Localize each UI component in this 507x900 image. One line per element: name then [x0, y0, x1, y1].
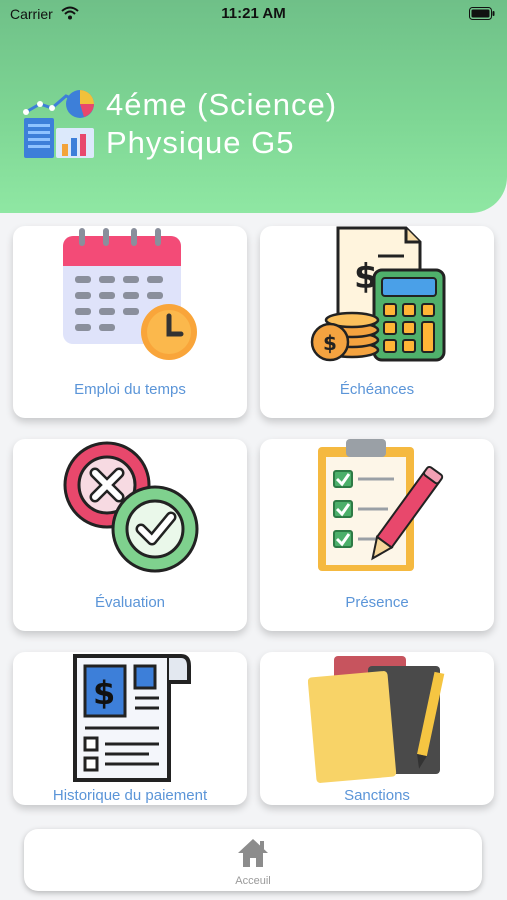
header-banner: 4éme (Science) Physique G5: [0, 0, 507, 213]
menu-card-sanctions[interactable]: Sanctions: [260, 652, 494, 805]
svg-text:$: $: [323, 331, 337, 355]
menu-label-historique: Historique du paiement: [52, 787, 208, 804]
class-title: 4éme (Science) Physique G5: [106, 86, 337, 162]
menu-card-presence[interactable]: Présence: [260, 439, 494, 631]
clipboard-checklist-icon: [318, 439, 444, 571]
menu-label-evaluation: Évaluation: [94, 594, 166, 611]
menu-card-echeances[interactable]: $ $ Échéances: [260, 226, 494, 418]
svg-text:$: $: [93, 674, 115, 712]
tab-home[interactable]: Acceuil: [24, 829, 482, 891]
invoice-calculator-icon: $ $: [310, 226, 446, 362]
analytics-icon: [23, 90, 94, 158]
home-icon: [238, 839, 268, 867]
notebooks-icon: [308, 656, 445, 783]
evaluation-icon: [63, 441, 199, 573]
menu-card-evaluation[interactable]: Évaluation: [13, 439, 247, 631]
menu-label-sanctions: Sanctions: [344, 787, 410, 804]
menu-label-presence: Présence: [345, 594, 409, 611]
battery-icon: [469, 7, 495, 20]
tab-home-label: Acceuil: [235, 875, 271, 887]
menu-label-echeances: Échéances: [339, 381, 415, 398]
menu-card-historique[interactable]: $ Historique du paiement: [13, 652, 247, 805]
menu-card-emploi-du-temps[interactable]: Emploi du temps: [13, 226, 247, 418]
bottom-tab-bar: Acceuil: [24, 829, 482, 891]
menu-label-emploi: Emploi du temps: [74, 381, 186, 398]
class-name: 4éme (Science): [106, 87, 338, 122]
clock: 11:21 AM: [221, 5, 286, 22]
subject-name: Physique G5: [106, 125, 295, 160]
payment-receipt-icon: $: [73, 654, 191, 782]
status-bar: Carrier 11:21 AM: [0, 0, 507, 30]
calendar-clock-icon: [63, 228, 197, 360]
